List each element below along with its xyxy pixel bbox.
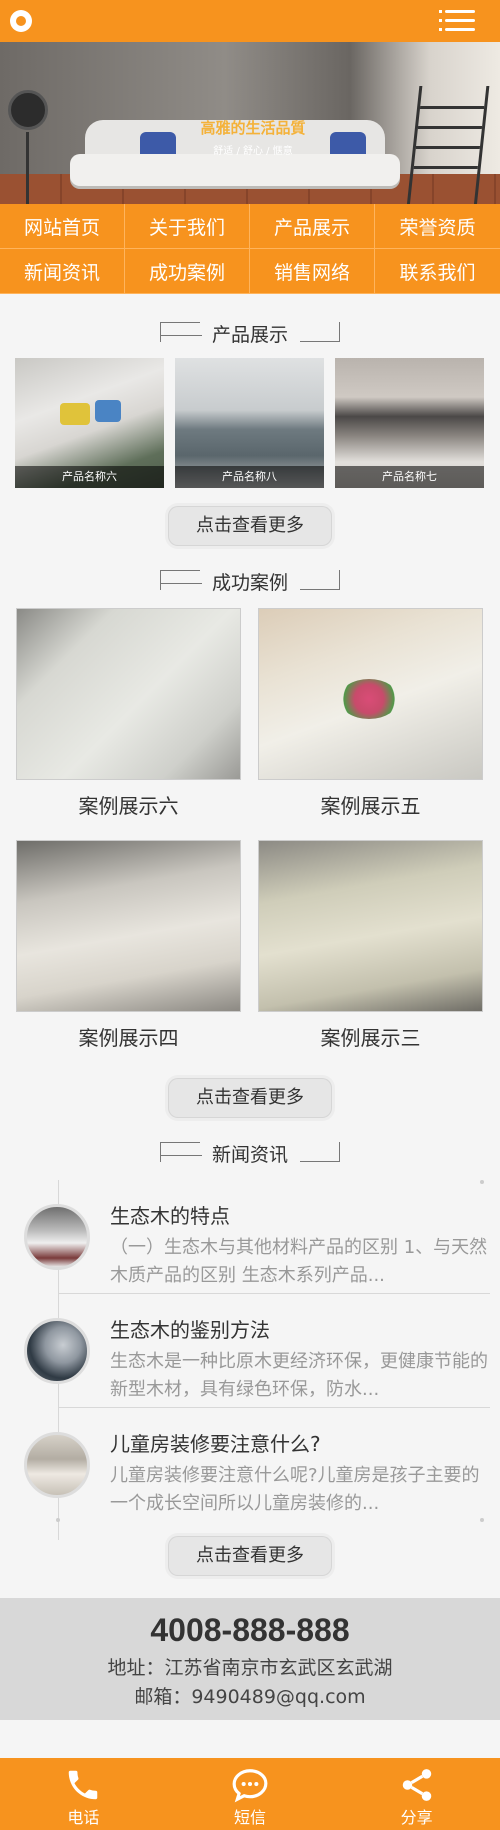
company-address: 地址：江苏省南京市玄武区玄武湖: [107, 1657, 393, 1679]
product-caption: 产品名称六: [15, 466, 164, 488]
case-card[interactable]: 案例展示六: [16, 608, 241, 819]
logo-icon[interactable]: [10, 10, 32, 32]
company-email[interactable]: 邮箱：9490489@qq.com: [0, 1682, 500, 1709]
product-caption: 产品名称七: [335, 466, 484, 488]
share-label: 分享: [400, 1808, 433, 1827]
phone-icon: [69, 1770, 98, 1800]
contact-block: 4008-888-888 地址：江苏省南京市玄武区玄武湖 邮箱：9490489@…: [0, 1598, 500, 1720]
ladder-decoration: [404, 86, 490, 204]
case-card[interactable]: 案例展示四: [16, 840, 241, 1051]
news-thumbnail: [24, 1318, 90, 1384]
product-card[interactable]: 产品名称六: [15, 358, 164, 488]
news-item[interactable]: 生态木的鉴别方法 生态木是一种比原木更经济环保，更健康节能的新型木材，具有绿色环…: [24, 1296, 490, 1408]
news-item[interactable]: 儿童房装修要注意什么? 儿童房装修要注意什么呢?儿童房是孩子主要的一个成长空间所…: [24, 1410, 490, 1522]
news-thumbnail: [24, 1432, 90, 1498]
nav-contact[interactable]: 联系我们: [375, 249, 500, 294]
sms-icon: [232, 1769, 268, 1803]
section-heading: 新闻资讯: [211, 1144, 288, 1166]
cases-section-title: 成功案例: [0, 568, 500, 598]
product-card[interactable]: 产品名称八: [175, 358, 324, 488]
call-button[interactable]: 电话: [0, 1758, 167, 1830]
news-summary: （一）生态木与其他材料产品的区别 1、与天然木质产品的区别 生态木系列产品...: [110, 1237, 488, 1286]
news-summary: 生态木是一种比原木更经济环保，更健康节能的新型木材，具有绿色环保，防水...: [110, 1351, 488, 1400]
nav-sales-network[interactable]: 销售网络: [250, 249, 375, 294]
share-button[interactable]: 分享: [333, 1758, 500, 1830]
section-heading: 成功案例: [211, 572, 288, 594]
products-section-title: 产品展示: [0, 320, 500, 350]
cases-more-button[interactable]: 点击查看更多: [168, 1078, 332, 1118]
news-section-title: 新闻资讯: [0, 1140, 500, 1170]
banner-tagline: 舒适 / 舒心 / 惬意: [213, 146, 293, 157]
case-card[interactable]: 案例展示五: [258, 608, 483, 819]
products-more-button[interactable]: 点击查看更多: [168, 506, 332, 546]
case-caption: 案例展示六: [78, 794, 179, 818]
bottom-action-bar: 电话 短信 分享: [0, 1758, 500, 1830]
nav-cases[interactable]: 成功案例: [125, 249, 250, 294]
share-icon: [402, 1769, 431, 1801]
lamp-decoration: [8, 90, 48, 130]
nav-products[interactable]: 产品展示: [250, 204, 375, 249]
nav-about[interactable]: 关于我们: [125, 204, 250, 249]
case-caption: 案例展示四: [78, 1026, 179, 1050]
case-caption: 案例展示三: [320, 1026, 421, 1050]
banner-headline: 高雅的生活品質: [200, 119, 306, 137]
main-nav: 网站首页 关于我们 产品展示 荣誉资质 新闻资讯 成功案例 销售网络 联系我们: [0, 204, 500, 294]
news-item[interactable]: 生态木的特点 （一）生态木与其他材料产品的区别 1、与天然木质产品的区别 生态木…: [24, 1182, 490, 1294]
banner-slogan: 高雅的生活品質 舒适 / 舒心 / 惬意: [168, 118, 338, 176]
case-card[interactable]: 案例展示三: [258, 840, 483, 1051]
case-caption: 案例展示五: [320, 794, 421, 818]
news-title[interactable]: 儿童房装修要注意什么?: [110, 1428, 321, 1457]
menu-icon[interactable]: [439, 10, 475, 32]
nav-home[interactable]: 网站首页: [0, 204, 125, 249]
banner-image[interactable]: 高雅的生活品質 舒适 / 舒心 / 惬意: [0, 42, 500, 204]
product-caption: 产品名称八: [175, 466, 324, 488]
news-thumbnail: [24, 1204, 90, 1270]
news-title[interactable]: 生态木的鉴别方法: [110, 1314, 270, 1343]
sms-label: 短信: [234, 1808, 267, 1827]
top-bar: [0, 0, 500, 42]
hotline-number[interactable]: 4008-888-888: [0, 1612, 500, 1649]
sms-button[interactable]: 短信: [167, 1758, 334, 1830]
news-title[interactable]: 生态木的特点: [110, 1200, 230, 1229]
section-heading: 产品展示: [211, 324, 288, 346]
nav-news[interactable]: 新闻资讯: [0, 249, 125, 294]
product-card[interactable]: 产品名称七: [335, 358, 484, 488]
news-summary: 儿童房装修要注意什么呢?儿童房是孩子主要的一个成长空间所以儿童房装修的...: [110, 1465, 480, 1514]
news-more-button[interactable]: 点击查看更多: [168, 1536, 332, 1576]
nav-honors[interactable]: 荣誉资质: [375, 204, 500, 249]
call-label: 电话: [67, 1808, 100, 1827]
